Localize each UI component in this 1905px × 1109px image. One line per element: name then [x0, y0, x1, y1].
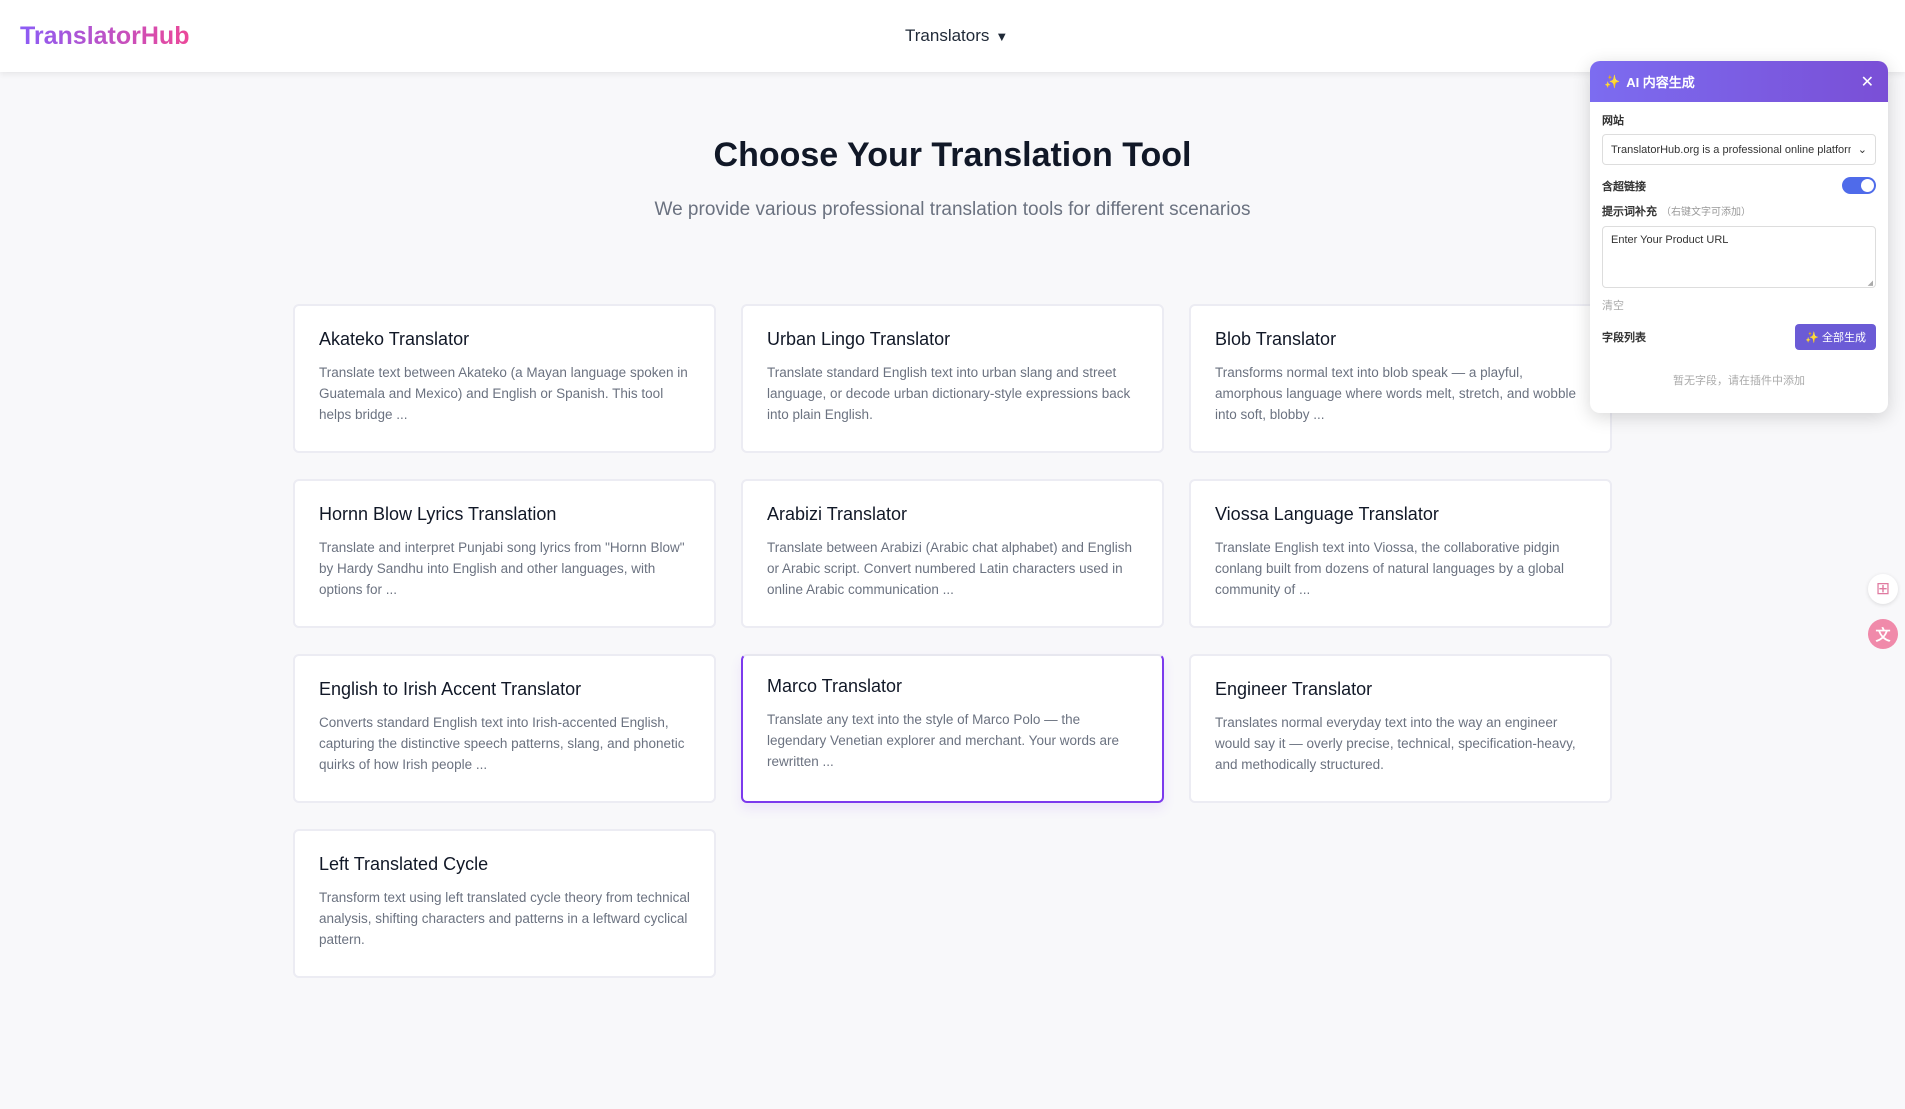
fields-empty-text: 暂无字段，请在插件中添加 [1673, 375, 1805, 387]
panel-header: ✨ AI 内容生成 ✕ [1590, 61, 1888, 102]
prompt-hint: （右键文字可添加） [1661, 207, 1751, 218]
translator-card[interactable]: Blob Translator Transforms normal text i… [1189, 304, 1612, 453]
card-title: Hornn Blow Lyrics Translation [319, 504, 557, 524]
card-title: Left Translated Cycle [319, 854, 489, 874]
card-description: Translate any text into the style of Mar… [767, 712, 1119, 769]
card-description: Transforms normal text into blob speak —… [1215, 365, 1576, 422]
card-title: Engineer Translator [1215, 679, 1373, 699]
card-description: Converts standard English text into Iris… [319, 715, 685, 772]
ai-content-panel: ✨ AI 内容生成 ✕ 网站 TranslatorHub.org is a pr… [1590, 61, 1888, 413]
translator-card-hovered[interactable]: Marco Translator Translate any text into… [741, 654, 1164, 803]
card-title: Akateko Translator [319, 329, 470, 349]
generate-all-button[interactable]: ✨ 全部生成 [1795, 324, 1876, 350]
website-select-value: TranslatorHub.org is a professional onli… [1611, 143, 1851, 156]
clear-button[interactable]: 清空 [1602, 300, 1624, 312]
panel-title: AI 内容生成 [1626, 75, 1695, 90]
translate-icon[interactable]: 文 [1868, 619, 1898, 649]
translator-card[interactable]: Arabizi Translator Translate between Ara… [741, 479, 1164, 628]
translator-card-grid: Akateko Translator Translate text betwee… [293, 304, 1612, 978]
nav-label: Translators [905, 26, 990, 45]
hyperlink-toggle[interactable] [1842, 177, 1876, 194]
card-title: Marco Translator [767, 676, 903, 696]
translator-card[interactable]: English to Irish Accent Translator Conve… [293, 654, 716, 803]
card-title: Arabizi Translator [767, 504, 908, 524]
generate-all-label: 全部生成 [1822, 332, 1866, 344]
site-logo[interactable]: TranslatorHub [20, 22, 189, 51]
chevron-down-icon: ⌄ [1857, 144, 1867, 156]
close-icon[interactable]: ✕ [1861, 72, 1874, 92]
translator-card[interactable]: Akateko Translator Translate text betwee… [293, 304, 716, 453]
translator-card[interactable]: Hornn Blow Lyrics Translation Translate … [293, 479, 716, 628]
translator-card[interactable]: Engineer Translator Translates normal ev… [1189, 654, 1612, 803]
card-description: Translate English text into Viossa, the … [1215, 540, 1564, 597]
translator-card[interactable]: Left Translated Cycle Transform text usi… [293, 829, 716, 978]
website-label: 网站 [1602, 115, 1624, 127]
card-description: Translate standard English text into urb… [767, 365, 1131, 422]
card-description: Translate text between Akateko (a Mayan … [319, 365, 688, 422]
card-description: Translate and interpret Punjabi song lyr… [319, 540, 685, 597]
card-description: Translate between Arabizi (Arabic chat a… [767, 540, 1132, 597]
sparkle-icon: ✨ [1805, 332, 1819, 344]
translators-nav-dropdown[interactable]: Translators ▼ [905, 26, 1008, 46]
translator-card[interactable]: Viossa Language Translator Translate Eng… [1189, 479, 1612, 628]
prompt-textarea[interactable]: Enter Your Product URL [1602, 226, 1876, 288]
translator-card[interactable]: Urban Lingo Translator Translate standar… [741, 304, 1164, 453]
website-select[interactable]: TranslatorHub.org is a professional onli… [1602, 134, 1876, 165]
card-title: English to Irish Accent Translator [319, 679, 582, 699]
hyperlink-label: 含超链接 [1602, 180, 1646, 193]
fields-label: 字段列表 [1602, 332, 1646, 344]
sparkle-icon: ✨ [1604, 73, 1621, 89]
card-title: Viossa Language Translator [1215, 504, 1439, 524]
card-description: Translates normal everyday text into the… [1215, 715, 1576, 772]
apps-grid-icon[interactable]: ⊞ [1868, 574, 1898, 604]
card-description: Transform text using left translated cyc… [319, 890, 690, 947]
card-title: Urban Lingo Translator [767, 329, 951, 349]
caret-down-icon: ▼ [995, 28, 1009, 44]
card-title: Blob Translator [1215, 329, 1337, 349]
prompt-label: 提示词补充 [1602, 206, 1657, 218]
